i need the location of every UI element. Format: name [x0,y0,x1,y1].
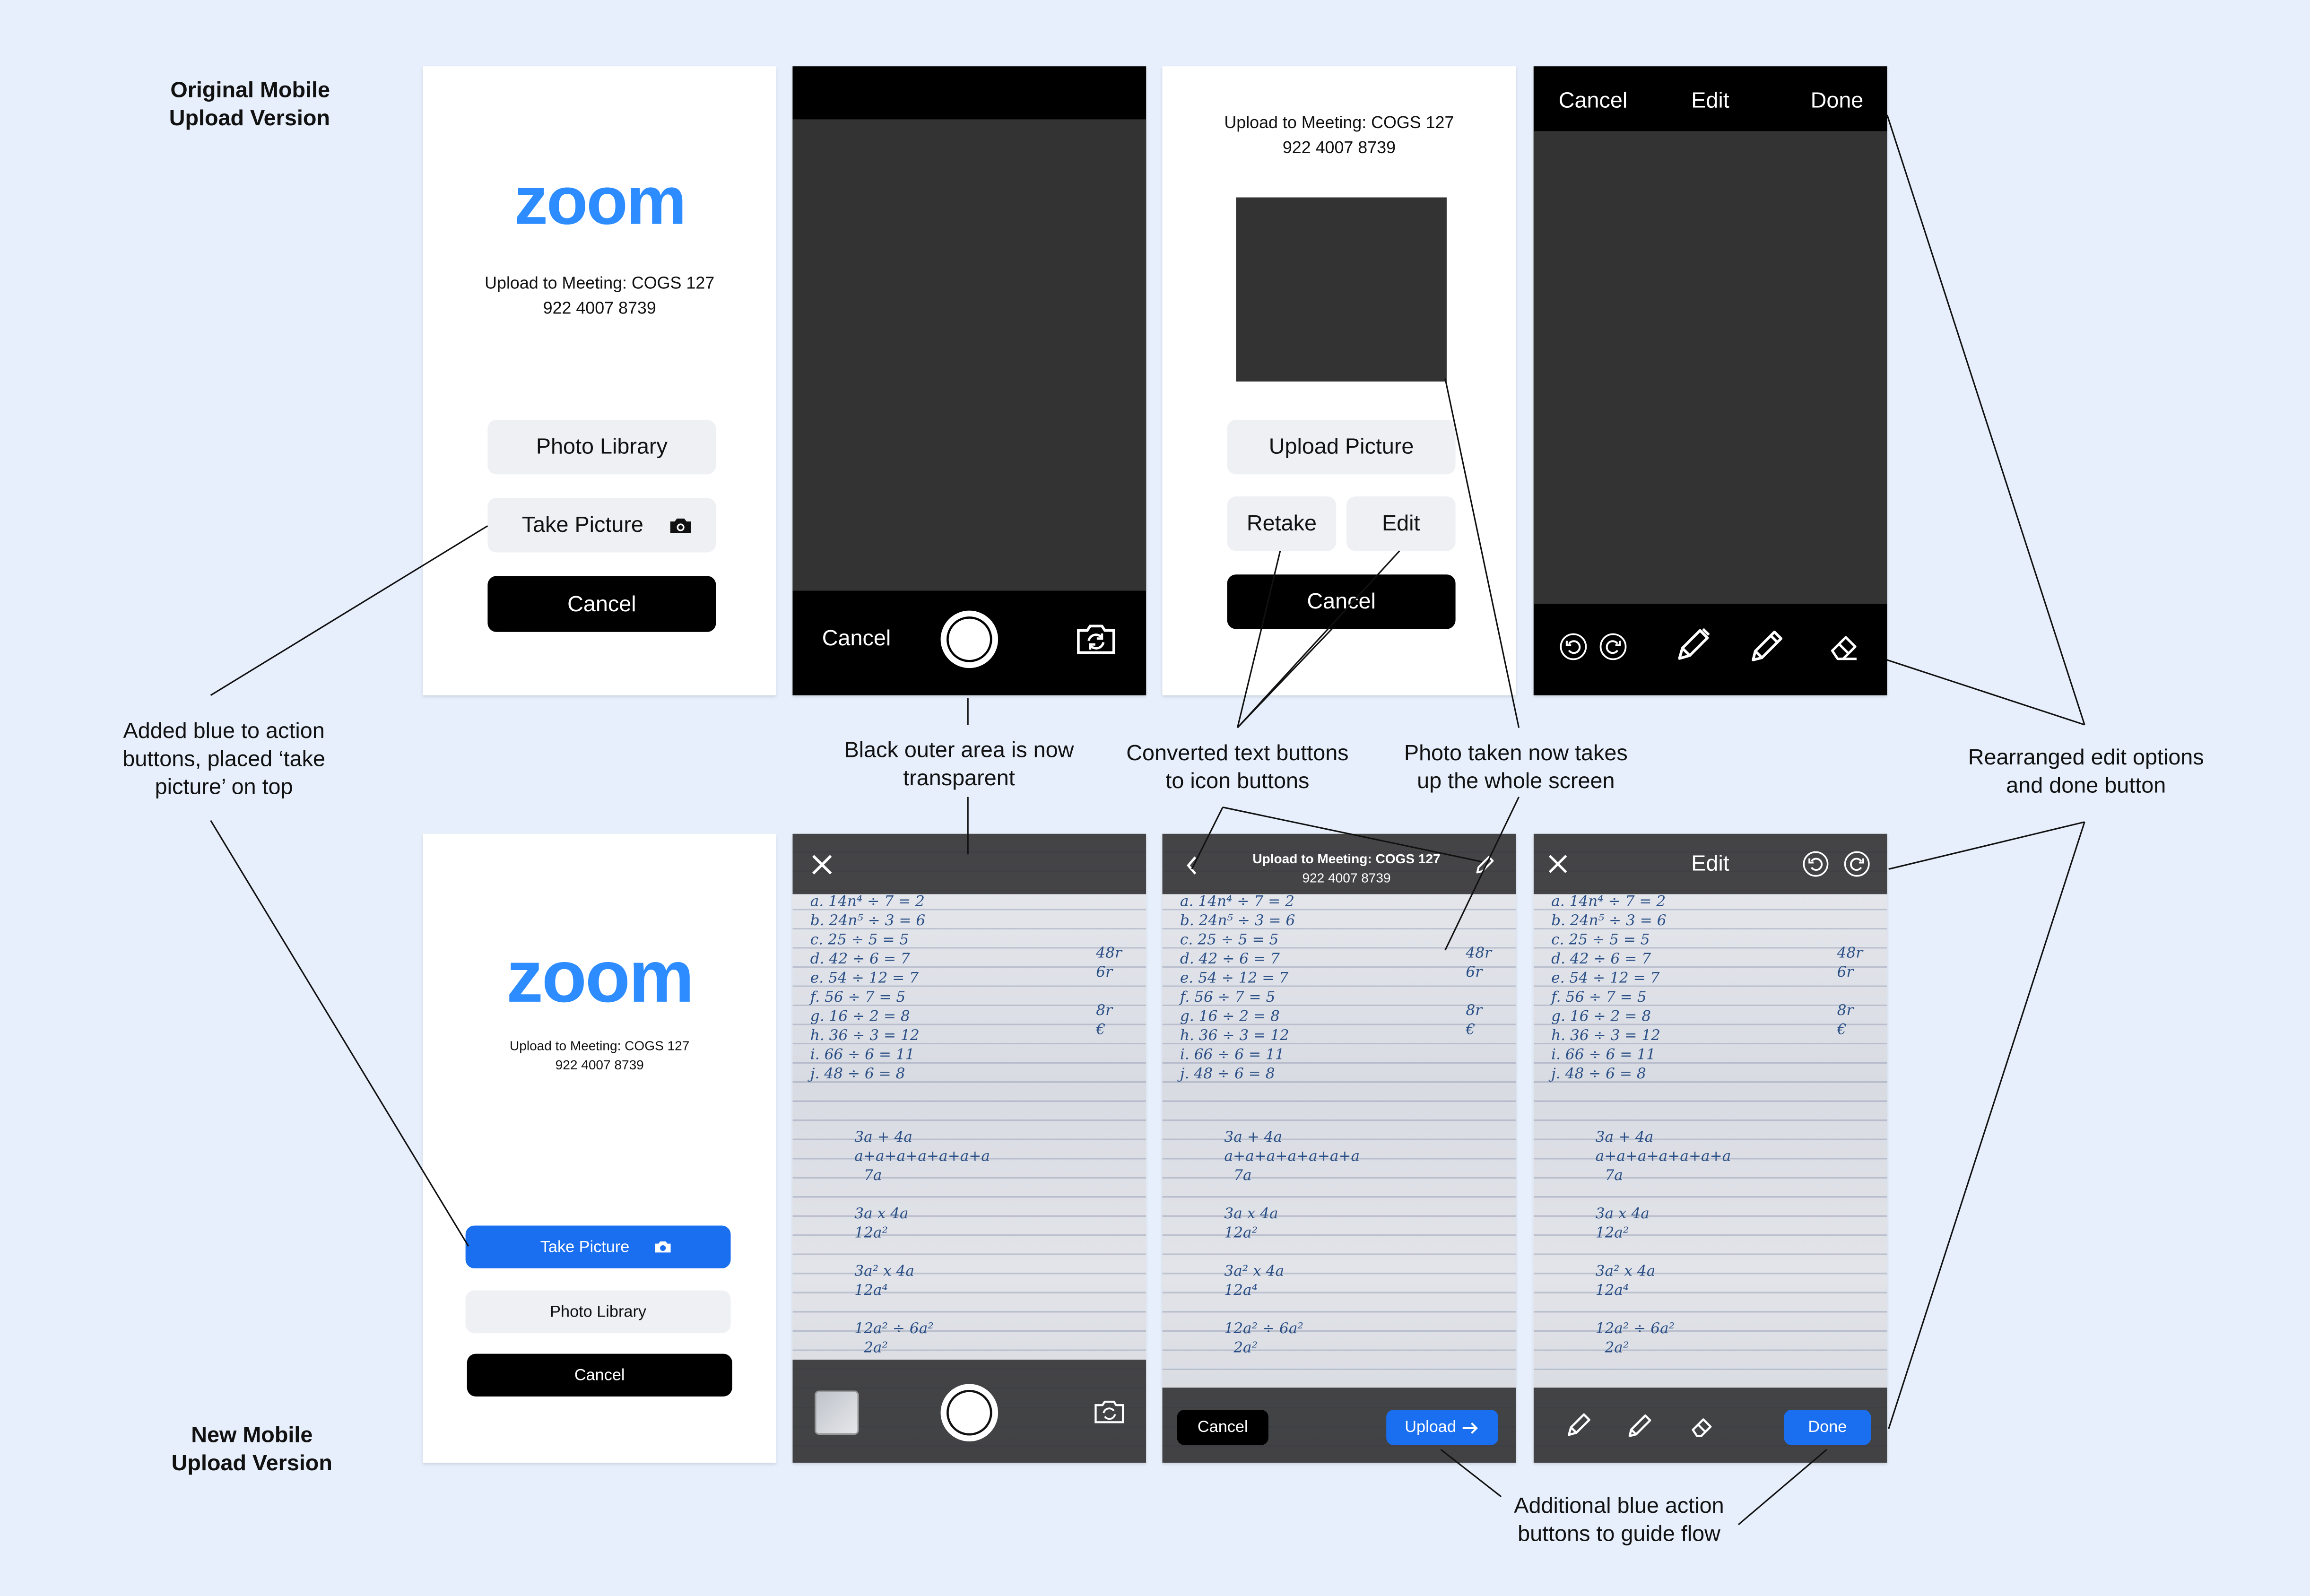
line-rearranged-bottom1 [1888,821,2085,870]
line-icon-back [1191,807,1224,870]
line-rearranged-top1 [1886,114,2085,725]
line-blue-action-bottom [210,820,469,1247]
line-rearranged-bottom2 [1888,822,2085,1429]
line-rearranged-top2 [1887,659,2085,726]
line-whole-screen-top [1444,378,1520,728]
line-guide-done [1737,1449,1827,1526]
connector-lines [210,114,2085,1526]
line-whole-screen-bottom [1444,797,1520,951]
line-guide-upload [1440,1449,1502,1498]
line-icon-edit [1237,550,1400,729]
line-icon-retake [1236,551,1281,728]
line-icon-cancel [1237,627,1334,729]
line-icon-pencil [1222,807,1483,863]
line-blue-action-top [210,525,488,696]
